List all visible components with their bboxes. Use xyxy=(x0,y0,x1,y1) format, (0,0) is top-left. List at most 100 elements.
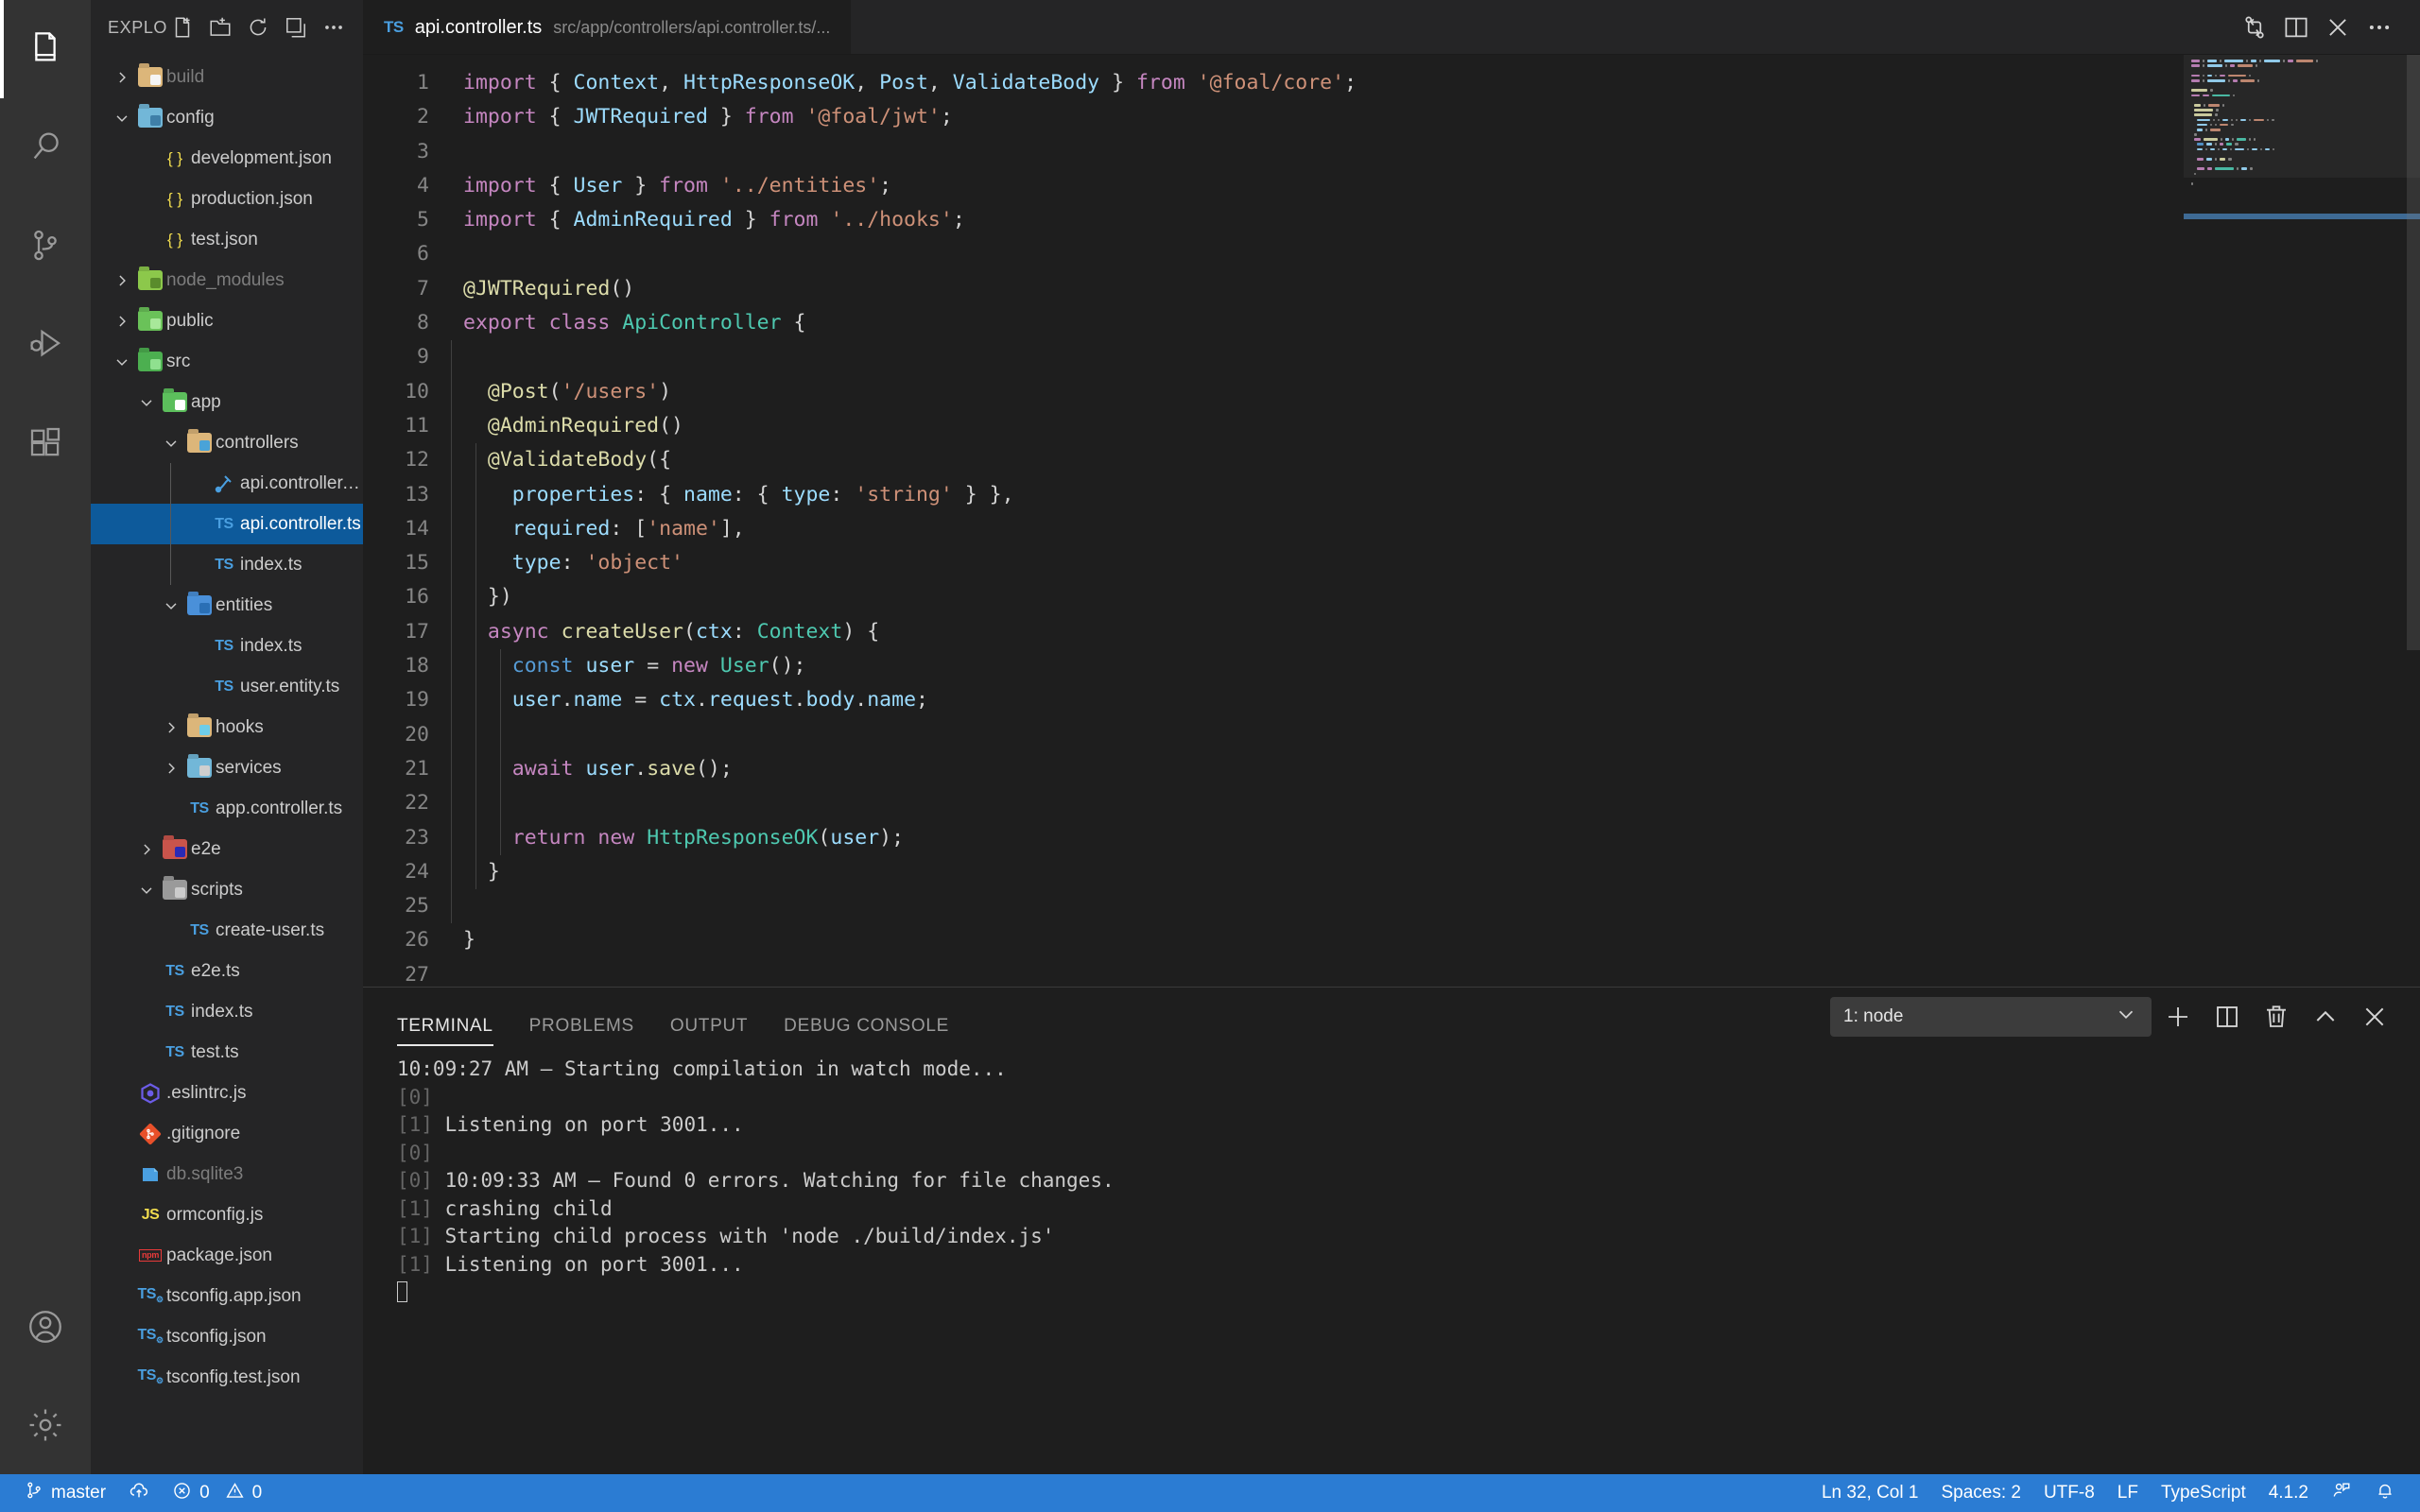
code-line[interactable] xyxy=(463,718,2184,752)
tree-item-config[interactable]: config xyxy=(91,97,363,138)
code-line[interactable]: import { JWTRequired } from '@foal/jwt'; xyxy=(463,100,2184,134)
activity-item-explorer[interactable] xyxy=(0,0,91,98)
activity-item-search[interactable] xyxy=(0,98,91,197)
code-line[interactable]: required: ['name'], xyxy=(463,512,2184,546)
close-icon[interactable] xyxy=(2318,8,2358,47)
source-control-compare-icon[interactable] xyxy=(2235,8,2274,47)
more-icon[interactable] xyxy=(318,11,350,43)
chevron-down-icon[interactable] xyxy=(110,352,134,371)
code-line[interactable]: import { Context, HttpResponseOK, Post, … xyxy=(463,66,2184,100)
tree-item-app-controller-ts[interactable]: TSapp.controller.ts xyxy=(91,788,363,829)
new-file-icon[interactable] xyxy=(166,11,199,43)
status-sync[interactable] xyxy=(117,1474,161,1512)
tree-item-test-json[interactable]: { }test.json xyxy=(91,219,363,260)
tree-item-tsconfig-app-json[interactable]: TS⚙tsconfig.app.json xyxy=(91,1276,363,1316)
new-folder-icon[interactable] xyxy=(204,11,236,43)
activity-item-accounts[interactable] xyxy=(0,1278,91,1376)
status-branch[interactable]: master xyxy=(13,1474,117,1512)
activity-item-extensions[interactable] xyxy=(0,393,91,491)
editor-tab-api-controller[interactable]: TS api.controller.ts src/app/controllers… xyxy=(363,0,851,54)
tree-item-index-ts[interactable]: TSindex.ts xyxy=(91,544,363,585)
code-line[interactable]: @Post('/users') xyxy=(463,375,2184,409)
chevron-down-icon[interactable] xyxy=(134,393,159,412)
tree-item-src[interactable]: src xyxy=(91,341,363,382)
chevron-right-icon[interactable] xyxy=(134,840,159,859)
tree-item-index-ts[interactable]: TSindex.ts xyxy=(91,626,363,666)
status-cursor-position[interactable]: Ln 32, Col 1 xyxy=(1810,1474,1929,1512)
tree-item-db-sqlite3[interactable]: db.sqlite3 xyxy=(91,1154,363,1194)
code-line[interactable]: @JWTRequired() xyxy=(463,272,2184,306)
tree-item-tsconfig-json[interactable]: TS⚙tsconfig.json xyxy=(91,1316,363,1357)
chevron-down-icon[interactable] xyxy=(110,109,134,128)
tree-item-e2e[interactable]: e2e xyxy=(91,829,363,869)
tree-item-package-json[interactable]: npmpackage.json xyxy=(91,1235,363,1276)
status-typescript-version[interactable]: 4.1.2 xyxy=(2257,1474,2320,1512)
trash-icon[interactable] xyxy=(2254,994,2299,1040)
collapse-all-icon[interactable] xyxy=(280,11,312,43)
terminal-selector[interactable]: 1: node xyxy=(1830,997,2152,1037)
tree-item--eslintrc-js[interactable]: .eslintrc.js xyxy=(91,1073,363,1113)
code-line[interactable]: await user.save(); xyxy=(463,752,2184,786)
code-line[interactable]: type: 'object' xyxy=(463,546,2184,580)
code-line[interactable]: export class ApiController { xyxy=(463,306,2184,340)
tree-item-scripts[interactable]: scripts xyxy=(91,869,363,910)
split-editor-icon[interactable] xyxy=(2276,8,2316,47)
chevron-right-icon[interactable] xyxy=(110,312,134,331)
code-line[interactable] xyxy=(463,786,2184,820)
editor-vertical-scrollbar[interactable] xyxy=(2407,55,2420,987)
status-eol[interactable]: LF xyxy=(2106,1474,2150,1512)
plus-icon[interactable] xyxy=(2155,994,2201,1040)
code-line[interactable]: @ValidateBody({ xyxy=(463,443,2184,477)
status-notifications[interactable] xyxy=(2363,1474,2407,1512)
tree-item-ormconfig-js[interactable]: JSormconfig.js xyxy=(91,1194,363,1235)
tree-item-services[interactable]: services xyxy=(91,747,363,788)
status-encoding[interactable]: UTF-8 xyxy=(2032,1474,2106,1512)
status-feedback[interactable] xyxy=(2320,1474,2363,1512)
code-line[interactable]: } xyxy=(463,923,2184,957)
panel-tab-problems[interactable]: PROBLEMS xyxy=(529,1017,634,1046)
tree-item-build[interactable]: build xyxy=(91,57,363,97)
activity-item-source-control[interactable] xyxy=(0,197,91,295)
tree-item-production-json[interactable]: { }production.json xyxy=(91,179,363,219)
chevron-up-icon[interactable] xyxy=(2303,994,2348,1040)
activity-item-settings[interactable] xyxy=(0,1376,91,1474)
code-line[interactable]: }) xyxy=(463,580,2184,614)
code-line[interactable]: @AdminRequired() xyxy=(463,409,2184,443)
code-line[interactable] xyxy=(463,340,2184,374)
tree-item-create-user-ts[interactable]: TScreate-user.ts xyxy=(91,910,363,951)
tree-item-hooks[interactable]: hooks xyxy=(91,707,363,747)
code-line[interactable]: import { AdminRequired } from '../hooks'… xyxy=(463,203,2184,237)
status-indentation[interactable]: Spaces: 2 xyxy=(1929,1474,2032,1512)
scrollbar-thumb[interactable] xyxy=(2407,55,2420,650)
tree-item-api-controller-ts[interactable]: TSapi.controller.ts xyxy=(91,504,363,544)
tree-item-user-entity-ts[interactable]: TSuser.entity.ts xyxy=(91,666,363,707)
tree-item-app[interactable]: app xyxy=(91,382,363,422)
tree-item--gitignore[interactable]: .gitignore xyxy=(91,1113,363,1154)
chevron-right-icon[interactable] xyxy=(159,718,183,737)
status-language-mode[interactable]: TypeScript xyxy=(2150,1474,2257,1512)
tree-item-public[interactable]: public xyxy=(91,301,363,341)
chevron-right-icon[interactable] xyxy=(159,759,183,778)
tree-item-node-modules[interactable]: node_modules xyxy=(91,260,363,301)
chevron-down-icon[interactable] xyxy=(159,596,183,615)
code-line[interactable] xyxy=(463,889,2184,923)
panel-tab-terminal[interactable]: TERMINAL xyxy=(397,1017,493,1046)
tree-item-development-json[interactable]: { }development.json xyxy=(91,138,363,179)
tree-item-entities[interactable]: entities xyxy=(91,585,363,626)
close-icon[interactable] xyxy=(2352,994,2397,1040)
panel-tab-debug-console[interactable]: DEBUG CONSOLE xyxy=(784,1017,949,1046)
tree-item-controllers[interactable]: controllers xyxy=(91,422,363,463)
code-editor[interactable]: 1234567891011121314151617181920212223242… xyxy=(363,55,2184,987)
code-line[interactable]: async createUser(ctx: Context) { xyxy=(463,615,2184,649)
panel-tabs[interactable]: TERMINAL PROBLEMS OUTPUT DEBUG CONSOLE xyxy=(397,988,949,1046)
tree-item-tsconfig-test-json[interactable]: TS⚙tsconfig.test.json xyxy=(91,1357,363,1398)
activity-item-run-and-debug[interactable] xyxy=(0,295,91,393)
panel-tab-output[interactable]: OUTPUT xyxy=(670,1017,748,1046)
code-line[interactable] xyxy=(463,135,2184,169)
code-line[interactable]: return new HttpResponseOK(user); xyxy=(463,821,2184,855)
code-line[interactable]: properties: { name: { type: 'string' } }… xyxy=(463,478,2184,512)
code-line[interactable] xyxy=(463,958,2184,987)
code-line[interactable]: } xyxy=(463,855,2184,889)
more-icon[interactable] xyxy=(2360,8,2399,47)
terminal-output[interactable]: 10:09:27 AM – Starting compilation in wa… xyxy=(363,1046,2420,1474)
